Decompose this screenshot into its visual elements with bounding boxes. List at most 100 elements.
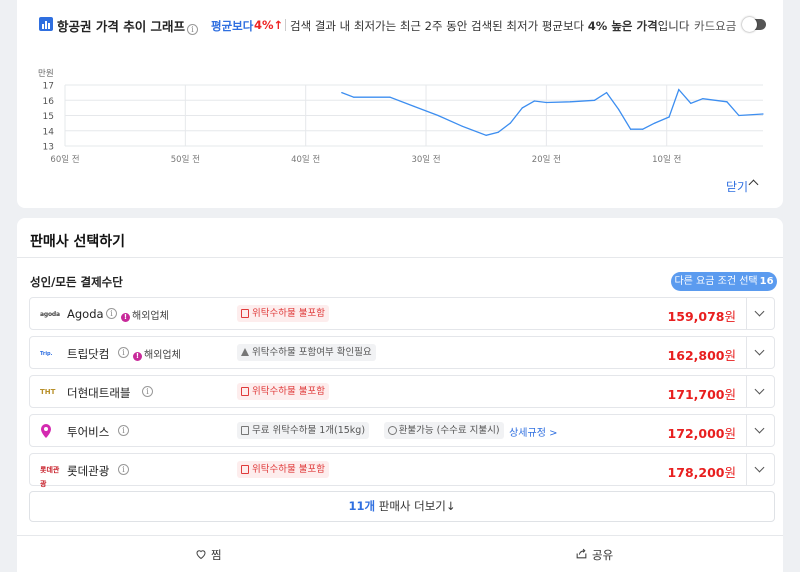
price-point [341, 92, 343, 94]
seller-row[interactable]: Trip. 트립닷컴 i ! 해외업체 위탁수하물 포함여부 확인필요 162,800원 [29, 336, 775, 369]
seller-price: 178,200원 [667, 465, 736, 480]
wish-button[interactable]: 찜 [211, 547, 222, 563]
price-point [654, 122, 656, 124]
price-point [569, 101, 572, 103]
alert-icon: ! [133, 352, 142, 361]
price-point [461, 125, 463, 127]
y-axis-unit: 만원 [38, 69, 54, 79]
info-icon[interactable]: i [106, 308, 117, 319]
seller-name: 롯데관광 [67, 464, 110, 478]
price-point [521, 107, 523, 109]
alert-icon: ! [121, 313, 130, 322]
x-tick-label: 50일 전 [171, 154, 200, 165]
share-button[interactable]: 공유 [592, 547, 613, 563]
other-fare-conditions-button[interactable]: 다른 요금 조건 선택 16 [671, 272, 777, 291]
price-series-line [341, 88, 764, 136]
price-trend-card: 항공권 가격 추이 그래프 i 평균보다 4%↑ 검색 결과 내 최저가는 최근… [17, 0, 783, 208]
seller-logo: Trip. [40, 351, 53, 357]
divider [746, 454, 747, 485]
foreign-vendor-badge: ! 해외업체 [121, 307, 169, 322]
chevron-up-icon[interactable] [748, 179, 759, 190]
seller-name: 투어비스 [67, 425, 110, 439]
seller-row[interactable]: THT 더현대트래블 i 위탁수하물 불포함 171,700원 [29, 375, 775, 408]
sellers-card: 판매사 선택하기 성인/모든 결제수단 다른 요금 조건 선택 16 agoda A… [17, 218, 783, 572]
price-point [497, 131, 499, 133]
payment-condition-label: 성인/모든 결제수단 [30, 275, 123, 289]
heart-icon[interactable] [195, 548, 207, 560]
seller-name: Agoda [67, 307, 104, 321]
price-point [389, 96, 391, 98]
price-point [533, 100, 535, 102]
seller-row[interactable]: agoda Agoda i ! 해외업체 위탁수하물 불포함 159,078원 [29, 297, 775, 330]
fare-rules-link[interactable]: 상세규정 > [509, 424, 557, 439]
baggage-icon [241, 309, 249, 318]
baggage-icon [241, 387, 249, 396]
chevron-down-icon[interactable] [754, 345, 765, 356]
info-icon[interactable]: i [142, 386, 153, 397]
y-tick-label: 14 [43, 127, 55, 137]
price-point [617, 108, 620, 110]
price-point [690, 102, 692, 104]
divider [746, 376, 747, 407]
x-tick-label: 40일 전 [291, 154, 320, 165]
baggage-refund-chip: 위탁수하물 불포함 [237, 305, 329, 322]
divider [746, 337, 747, 368]
x-tick-label: 30일 전 [411, 154, 440, 165]
seller-logo: THT [40, 388, 56, 396]
x-tick-label: 60일 전 [50, 154, 79, 165]
divider [17, 257, 783, 258]
seller-row[interactable]: 투어비스 i 무료 위탁수하물 1개(15kg) 환불가능 (수수료 지불시) 상세규정… [29, 414, 775, 447]
seller-logo [40, 424, 62, 438]
chevron-down-icon[interactable] [754, 423, 765, 434]
seller-logo: 롯데관광 [40, 466, 60, 488]
info-icon[interactable]: i [118, 425, 129, 436]
x-tick-label: 10일 전 [652, 154, 681, 165]
y-tick-label: 16 [43, 97, 55, 107]
price-point [762, 113, 764, 115]
info-icon[interactable]: i [118, 347, 129, 358]
seller-name: 더현대트래블 [67, 386, 131, 400]
foreign-vendor-badge: ! 해외업체 [133, 346, 181, 361]
chevron-down-icon[interactable] [754, 306, 765, 317]
seller-row[interactable]: 롯데관광 롯데관광 i 위탁수하물 불포함 178,200원 [29, 453, 775, 488]
y-tick-label: 17 [43, 82, 54, 92]
y-tick-label: 13 [43, 143, 54, 153]
baggage-refund-chip: 위탁수하물 포함여부 확인필요 [237, 344, 376, 361]
info-icon[interactable]: i [118, 464, 129, 475]
baggage-refund-chip: 위탁수하물 불포함 [237, 383, 329, 400]
chevron-down-icon[interactable] [754, 462, 765, 473]
price-point [437, 114, 439, 117]
y-tick-label: 15 [43, 112, 54, 122]
price-point [353, 96, 355, 98]
chevron-down-icon[interactable] [754, 384, 765, 395]
price-point [605, 92, 608, 94]
divider [746, 298, 747, 329]
seller-price: 171,700원 [667, 387, 736, 402]
x-tick-label: 20일 전 [532, 154, 561, 165]
baggage-icon [241, 465, 249, 474]
divider [746, 415, 747, 446]
price-point [630, 128, 632, 130]
refund-icon [387, 426, 397, 435]
more-sellers-button[interactable]: 11개 판매사 더보기↓ [29, 491, 775, 522]
close-chart-button[interactable]: 닫기 [726, 178, 748, 195]
baggage-refund-chip: 무료 위탁수하물 1개(15kg) [237, 422, 370, 439]
warning-icon [241, 348, 249, 356]
baggage-refund-chip: 위탁수하물 불포함 [237, 461, 329, 478]
share-icon[interactable] [575, 547, 588, 560]
seller-price: 162,800원 [667, 348, 736, 363]
price-point [738, 114, 740, 117]
price-point [413, 105, 415, 107]
baggage-refund-chip: 환불가능 (수수료 지불시) [383, 422, 504, 439]
price-point [593, 99, 596, 101]
baggage-icon [241, 426, 249, 435]
price-point [509, 122, 511, 124]
seller-price: 159,078원 [667, 309, 736, 324]
price-point [702, 98, 704, 100]
seller-price: 172,000원 [667, 426, 736, 441]
seller-name: 트립닷컴 [67, 347, 110, 361]
price-point [485, 134, 487, 136]
price-line-chart: 만원 13 14 15 16 17 60일 전 50일 전 40일 전 30일 전 20일 전 10일… [38, 69, 764, 165]
bottom-action-bar: 찜 공유 [17, 535, 783, 572]
price-point [668, 116, 670, 118]
